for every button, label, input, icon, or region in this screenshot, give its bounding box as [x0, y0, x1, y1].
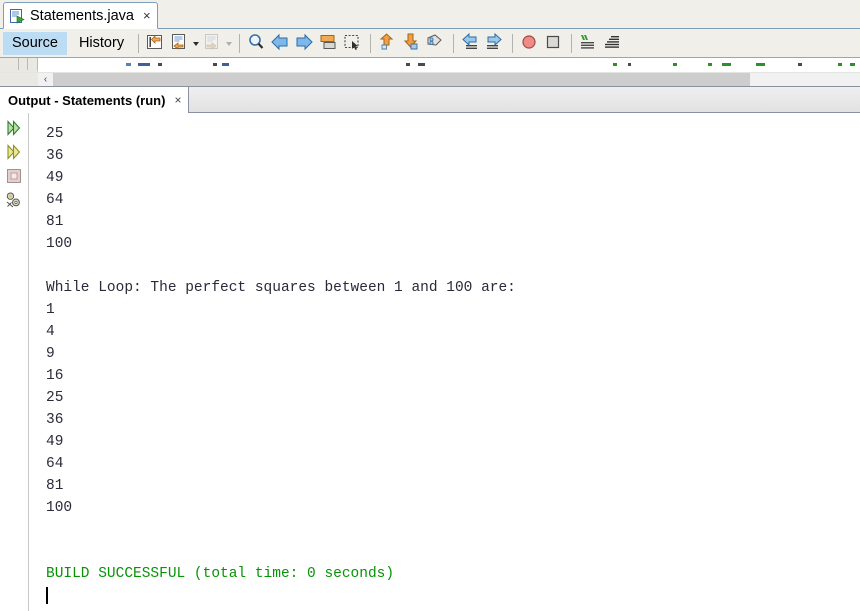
comment-icon[interactable]	[578, 32, 600, 54]
output-line: 100	[46, 236, 73, 252]
toolbar-separator	[138, 33, 140, 53]
editor-line-number-gutter	[0, 58, 38, 72]
toolbar-separator	[571, 33, 573, 53]
editor-tab-statements-java[interactable]: Statements.java ×	[3, 2, 158, 29]
output-tab-label: Output - Statements (run)	[8, 92, 166, 108]
toolbar-separator	[453, 33, 455, 53]
scroll-left-button[interactable]: ‹	[38, 73, 53, 86]
scrollbar-thumb[interactable]	[53, 73, 750, 86]
scrollbar-gutter-pad	[0, 73, 38, 86]
toolbar-separator	[512, 33, 514, 53]
rerun-icon[interactable]	[3, 116, 26, 139]
output-body: 25 36 49 64 81 100 While Loop: The perfe…	[0, 113, 860, 611]
output-line: While Loop: The perfect squares between …	[46, 280, 516, 296]
inspect-icon[interactable]	[425, 32, 447, 54]
output-side-toolbar	[0, 113, 29, 611]
toolbar-separator	[239, 33, 241, 53]
output-line: 81	[46, 214, 64, 230]
code-editor-sliver: ‹	[0, 58, 860, 86]
start-macro-recording-icon[interactable]	[519, 32, 541, 54]
editor-horizontal-scrollbar[interactable]: ‹	[0, 72, 860, 86]
previous-bookmark-dropdown-icon[interactable]	[192, 33, 201, 53]
toggle-bookmark-icon[interactable]	[145, 32, 167, 54]
output-line: 9	[46, 346, 55, 362]
toggle-highlight-icon[interactable]	[318, 32, 340, 54]
next-bookmark-icon[interactable]	[202, 32, 224, 54]
output-line: 64	[46, 192, 64, 208]
output-line: 1	[46, 302, 55, 318]
tab-source[interactable]: Source	[3, 31, 67, 55]
previous-bookmark-icon[interactable]	[169, 32, 191, 54]
output-line: 64	[46, 456, 64, 472]
output-line: 49	[46, 434, 64, 450]
next-bookmark-dropdown-icon[interactable]	[225, 33, 234, 53]
find-selection-icon[interactable]	[246, 32, 268, 54]
output-line: 49	[46, 170, 64, 186]
output-line: 25	[46, 126, 64, 142]
stop-macro-recording-icon[interactable]	[543, 32, 565, 54]
editor-code-remnant	[38, 58, 860, 71]
next-match-icon[interactable]	[294, 32, 316, 54]
close-icon[interactable]: ×	[174, 94, 181, 106]
previous-bookmark-up-icon[interactable]	[377, 32, 399, 54]
previous-match-icon[interactable]	[270, 32, 292, 54]
toggle-rectangular-selection-icon[interactable]	[342, 32, 364, 54]
close-icon[interactable]: ×	[143, 9, 151, 22]
netbeans-ide-window: Statements.java × Source History ‹ Outpu…	[0, 0, 860, 611]
editor-toolbar-row: Source History	[0, 29, 860, 58]
output-line: 36	[46, 412, 64, 428]
output-window: Output - Statements (run) × 25 36 49 64 …	[0, 86, 860, 611]
editor-tab-label: Statements.java	[30, 7, 134, 24]
output-line: 100	[46, 500, 73, 516]
stop-icon[interactable]	[3, 164, 26, 187]
editor-tab-strip: Statements.java ×	[0, 0, 860, 29]
toolbar-separator	[370, 33, 372, 53]
shift-right-icon[interactable]	[484, 32, 506, 54]
output-text-area[interactable]: 25 36 49 64 81 100 While Loop: The perfe…	[30, 113, 860, 611]
output-line: 4	[46, 324, 55, 340]
output-tab-bar: Output - Statements (run) ×	[0, 86, 860, 113]
java-file-icon	[9, 8, 25, 24]
output-line: 25	[46, 390, 64, 406]
output-line-build-status: BUILD SUCCESSFUL (total time: 0 seconds)	[46, 566, 395, 582]
output-line: 81	[46, 478, 64, 494]
uncomment-icon[interactable]	[602, 32, 624, 54]
tab-history[interactable]: History	[70, 32, 133, 55]
shift-left-icon[interactable]	[460, 32, 482, 54]
rerun-with-different-parameters-icon[interactable]	[3, 140, 26, 163]
output-line: 36	[46, 148, 64, 164]
text-caret	[46, 587, 48, 604]
output-tab-statements-run[interactable]: Output - Statements (run) ×	[0, 87, 190, 113]
next-error-down-icon[interactable]	[401, 32, 423, 54]
output-line: 16	[46, 368, 64, 384]
settings-icon[interactable]	[3, 188, 26, 211]
